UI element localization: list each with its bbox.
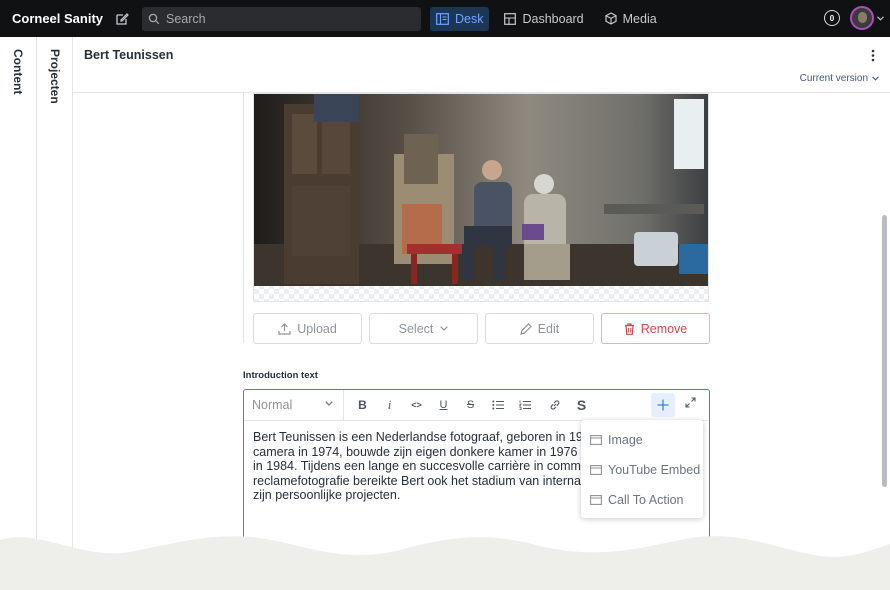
- block-style-value: Normal: [252, 398, 293, 412]
- tool-desk-label: Desk: [455, 11, 484, 26]
- link-icon: [550, 400, 559, 410]
- underline-button[interactable]: U: [430, 393, 457, 417]
- block-icon: [590, 495, 602, 505]
- chevron-down-icon: [325, 400, 333, 406]
- search-icon: [148, 13, 160, 25]
- field-divider: [243, 93, 244, 343]
- trash-icon: [624, 322, 635, 335]
- numbered-list-button[interactable]: [511, 393, 538, 417]
- insert-block-button[interactable]: [651, 393, 675, 417]
- menu-item-call-to-action[interactable]: Call To Action: [581, 485, 703, 515]
- text-line: reclamefotografie bereikte Bert ook het …: [253, 473, 583, 488]
- more-options-icon[interactable]: [866, 47, 880, 63]
- insert-menu: Image YouTube Embed Call To Action: [581, 420, 703, 518]
- select-button[interactable]: Select: [369, 313, 478, 344]
- code-button[interactable]: <>: [403, 393, 430, 417]
- italic-button[interactable]: i: [376, 393, 403, 417]
- desk-icon: [436, 12, 449, 25]
- search-input[interactable]: [166, 11, 406, 26]
- upload-button[interactable]: Upload: [253, 313, 362, 344]
- remove-label: Remove: [640, 321, 688, 336]
- user-avatar[interactable]: [850, 6, 874, 30]
- menu-item-label: Call To Action: [608, 493, 684, 507]
- fullscreen-button[interactable]: [685, 397, 696, 408]
- bullet-list-button[interactable]: [484, 393, 511, 417]
- pane-projecten-label: Projecten: [48, 49, 62, 104]
- tool-media-label: Media: [622, 11, 657, 26]
- expand-icon: [685, 397, 696, 408]
- version-selector[interactable]: Current version: [800, 73, 879, 84]
- bullet-list-icon: [491, 400, 504, 410]
- menu-item-label: Image: [608, 433, 643, 447]
- pane-projecten[interactable]: Projecten: [37, 37, 73, 590]
- text-line: Bert Teunissen is een Nederlandse fotogr…: [253, 430, 583, 444]
- tool-desk[interactable]: Desk: [430, 6, 490, 31]
- plus-icon: [657, 399, 669, 411]
- pane-content[interactable]: Content: [0, 37, 37, 590]
- editor-content[interactable]: Bert Teunissen is een Nederlandse fotogr…: [253, 430, 583, 503]
- strikethrough-button[interactable]: S: [457, 393, 484, 417]
- chevron-down-icon[interactable]: [877, 15, 884, 21]
- block-icon: [590, 435, 602, 445]
- link-button[interactable]: [541, 393, 568, 417]
- dashboard-icon: [504, 12, 517, 25]
- compose-icon[interactable]: [114, 11, 130, 27]
- version-label: Current version: [799, 73, 868, 84]
- menu-item-label: YouTube Embed: [608, 463, 701, 477]
- media-cube-icon: [605, 12, 617, 25]
- text-line: in 1984. Tijdens een lange en succesvoll…: [253, 459, 583, 474]
- pane-content-label: Content: [11, 49, 25, 95]
- bold-button[interactable]: B: [349, 393, 376, 417]
- text-line: zijn persoonlijke projecten.: [253, 488, 401, 503]
- top-navbar: Corneel Sanity Desk Dashboard Media 0: [0, 0, 890, 37]
- numbered-list-icon: [518, 400, 531, 410]
- image-actions: Upload Select Edit Remove: [253, 313, 710, 344]
- select-label: Select: [398, 321, 434, 336]
- upload-icon: [278, 322, 291, 335]
- tool-media[interactable]: Media: [599, 7, 663, 31]
- studio-brand[interactable]: Corneel Sanity: [12, 11, 108, 26]
- chevron-down-icon: [440, 326, 449, 331]
- chevron-down-icon: [872, 76, 879, 81]
- text-line: camera in 1974, bouwde zijn eigen donker…: [253, 444, 583, 459]
- block-style-select[interactable]: Normal: [244, 389, 344, 421]
- tool-dashboard-label: Dashboard: [522, 11, 584, 26]
- menu-item-youtube-embed[interactable]: YouTube Embed: [581, 455, 703, 485]
- intro-field-label: Introduction text: [243, 370, 318, 381]
- block-icon: [590, 465, 602, 475]
- special-style-button[interactable]: S: [568, 393, 595, 417]
- image-preview[interactable]: [253, 93, 709, 302]
- document-title: Bert Teunissen: [84, 48, 174, 62]
- notification-badge[interactable]: 0: [824, 10, 840, 26]
- project-photo: [254, 94, 708, 286]
- edit-button[interactable]: Edit: [485, 313, 594, 344]
- scrollbar-thumb[interactable]: [882, 215, 887, 487]
- editor-toolbar: Normal B i <> U S S: [244, 389, 708, 421]
- topbar-right: 0: [824, 6, 884, 30]
- document-header: Bert Teunissen Current version: [73, 37, 890, 93]
- decorative-wave: [0, 536, 890, 590]
- tool-dashboard[interactable]: Dashboard: [498, 7, 589, 31]
- menu-item-image[interactable]: Image: [581, 425, 703, 455]
- edit-label: Edit: [537, 321, 560, 336]
- remove-button[interactable]: Remove: [601, 313, 710, 344]
- upload-label: Upload: [297, 321, 337, 336]
- pencil-icon: [519, 322, 532, 335]
- search-box[interactable]: [142, 6, 421, 31]
